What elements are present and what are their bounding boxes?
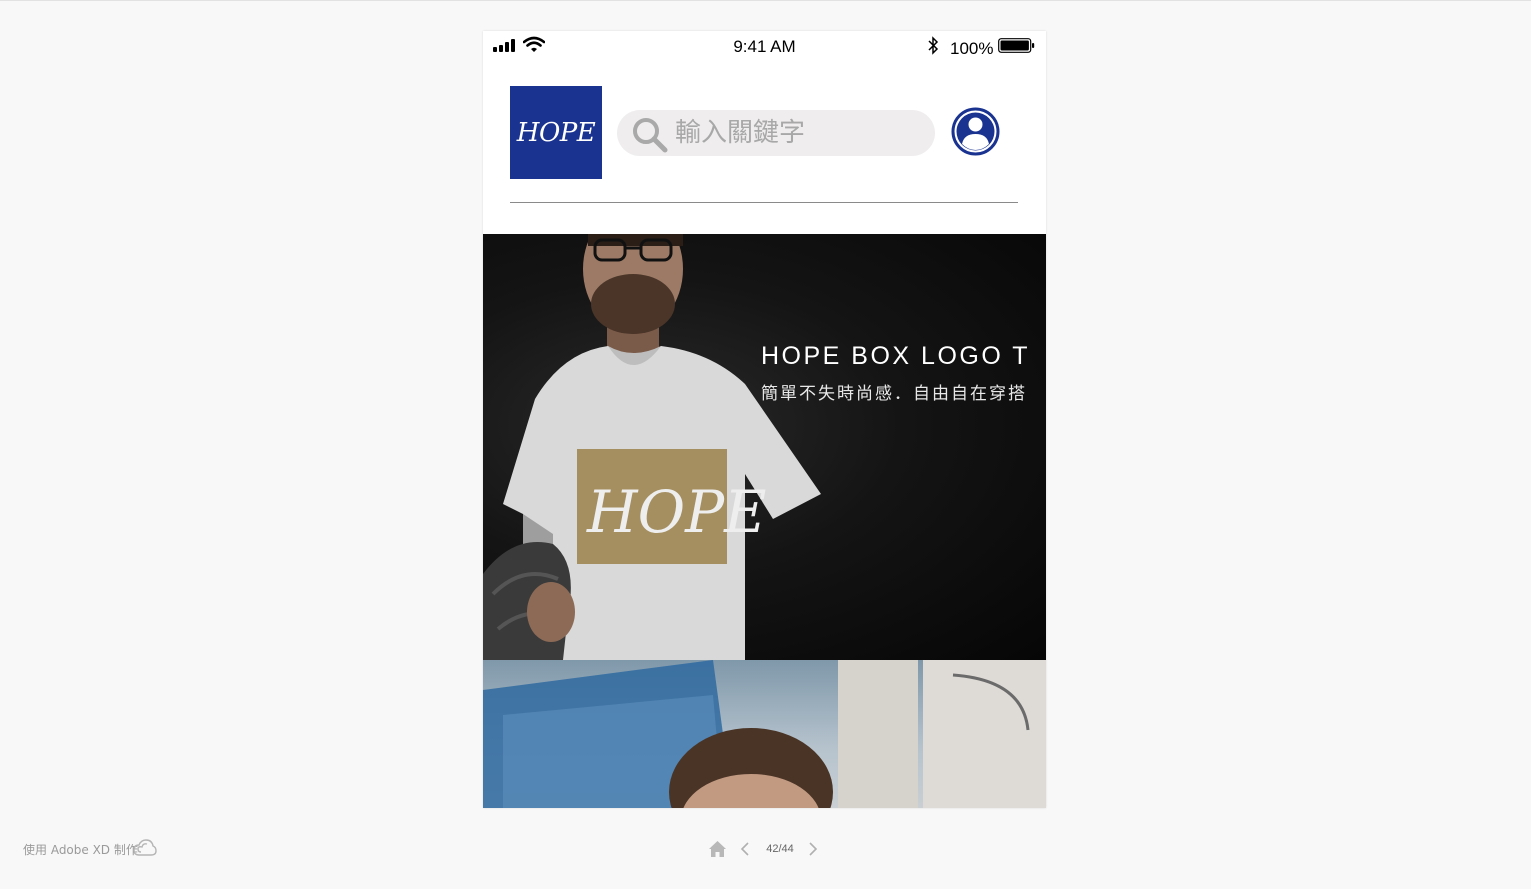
home-icon[interactable] [708,840,727,858]
hero-model-image: HOPE [483,234,821,660]
battery-icon [998,38,1035,53]
bluetooth-icon [928,36,939,55]
top-border [0,0,1531,1]
creative-cloud-icon [133,839,157,856]
logo-text: HOPE [516,117,596,148]
chevron-left-icon[interactable] [739,841,751,857]
phone-artboard: 9:41 AM 100% HOPE 輸入關鍵字 HOPE HOPE BOX LO… [483,31,1046,808]
battery-percent: 100% [950,39,994,58]
promo-image[interactable] [483,660,1046,808]
status-bar: 9:41 AM 100% [483,31,1046,61]
search-bar[interactable] [617,110,935,156]
hero-banner[interactable]: HOPE HOPE BOX LOGO T 簡單不失時尚感．自由自在穿搭 [483,234,1046,660]
chevron-right-icon[interactable] [807,841,819,857]
shirt-print-text: HOPE [586,478,767,546]
hero-title: HOPE BOX LOGO T [761,342,1031,370]
brand-logo[interactable]: HOPE [510,86,602,179]
hero-subtitle: 簡單不失時尚感．自由自在穿搭 [761,384,1027,404]
search-input[interactable] [675,116,925,150]
promo-model-image [483,660,1046,808]
made-with-label: 使用 Adobe XD 制作 [23,843,138,857]
page-counter: 42/44 [766,843,794,855]
search-icon [633,118,668,153]
user-icon[interactable] [951,107,1000,156]
header-divider [510,202,1018,203]
